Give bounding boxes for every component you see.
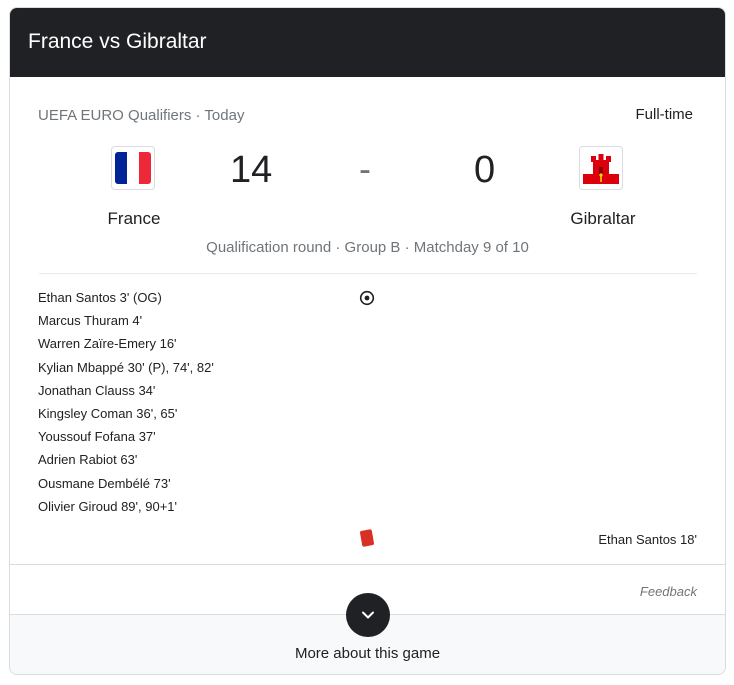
scorer-item: Kingsley Coman 36', 65' [38,405,178,421]
away-score: 0 [474,149,496,191]
more-about-game-link[interactable]: More about this game [10,645,725,662]
scorer-item: Warren Zaïre-Emery 16' [38,336,177,352]
scorer-item: Olivier Giroud 89', 90+1' [38,498,178,514]
scorer-item: Youssouf Fofana 37' [38,429,156,445]
divider [10,564,725,565]
home-scorers-list: Ethan Santos 3' (OG) Marcus Thuram 4' Wa… [38,290,214,522]
away-red-card-event: Ethan Santos 18' [598,532,697,547]
page-title: France vs Gibraltar [28,30,207,53]
scorer-item: Ousmane Dembélé 73' [38,475,171,491]
divider [39,273,697,274]
score-separator: - [359,148,371,189]
soccer-ball-icon [359,290,375,311]
scorer-item: Marcus Thuram 4' [38,313,143,329]
france-flag-icon[interactable] [111,146,155,190]
match-status: Full-time [635,106,693,123]
chevron-down-icon [362,611,374,619]
scorer-item: Adrien Rabiot 63' [38,452,138,468]
expand-button[interactable] [346,593,390,637]
red-card-icon [359,529,375,547]
scorer-item: Kylian Mbappé 30' (P), 74', 82' [38,359,214,375]
gibraltar-flag-icon[interactable] [579,146,623,190]
competition-label[interactable]: UEFA EURO Qualifiers · Today [38,107,244,124]
card-header: France vs Gibraltar [10,8,725,77]
home-team-name[interactable]: France [74,209,194,229]
scorer-item: Ethan Santos 3' (OG) [38,290,162,305]
match-card: France vs Gibraltar UEFA EURO Qualifiers… [9,7,726,675]
scorer-item: Jonathan Clauss 34' [38,382,156,398]
away-team-name[interactable]: Gibraltar [543,209,663,229]
home-score: 14 [230,149,273,191]
feedback-link[interactable]: Feedback [640,584,697,599]
round-info: Qualification round · Group B · Matchday… [206,239,529,256]
